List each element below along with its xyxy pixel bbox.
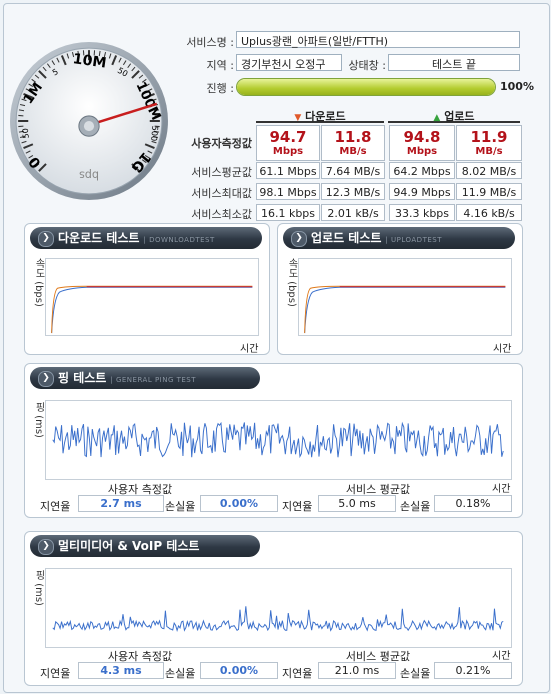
ping-user-loss: 0.00% xyxy=(200,495,278,512)
download-test-title-text: 다운로드 테스트 xyxy=(58,231,140,245)
stat-cell: 61.1 Mbps xyxy=(256,162,320,179)
stat-row-label: 서비스평균값 xyxy=(191,166,252,179)
ping-service-latency: 5.0 ms xyxy=(318,495,396,512)
voip-service-latency: 21.0 ms xyxy=(318,662,396,679)
ping-user-latency-label: 지연율 xyxy=(40,500,71,513)
download-header: ▼ 다운로드 xyxy=(256,108,384,123)
dl-mbps-cell: 94.7 Mbps xyxy=(256,125,320,161)
upload-header: ▲ 업로드 xyxy=(388,108,520,123)
stat-cell: 98.1 Mbps xyxy=(256,183,320,200)
stat-cell: 2.01 kB/s xyxy=(321,204,385,221)
download-test-sub: DOWNLOADTEST xyxy=(149,236,215,244)
ul-mbs-cell: 11.9 MB/s xyxy=(456,125,522,161)
upload-ylabel: 속도 (bps) xyxy=(286,258,297,307)
upload-test-title-text: 업로드 테스트 xyxy=(311,231,382,245)
gauge-label-bps: bps xyxy=(79,169,99,182)
voip-user-latency: 4.3 ms xyxy=(78,662,164,679)
stat-row-label: 서비스최대값 xyxy=(191,187,252,200)
download-test-title: ❯ 다운로드 테스트 | DOWNLOADTEST xyxy=(30,227,262,249)
stat-cell: 33.3 kbps xyxy=(389,204,455,221)
progress-percent: 100% xyxy=(500,80,534,93)
gauge-minor-500: 500 xyxy=(149,125,160,141)
voip-user-loss: 0.00% xyxy=(200,662,278,679)
ping-xlabel: 시간 xyxy=(492,484,511,495)
upload-test-title: ❯ 업로드 테스트 | UPLOADTEST xyxy=(283,227,515,249)
speed-gauge: 10M 1M 100M 0 1G bps 5 50 500 50 xyxy=(10,42,168,200)
upload-xlabel: 시간 xyxy=(493,344,512,355)
ping-ylabel: 핑 (ms) xyxy=(33,402,44,438)
dl-mbps-value: 94.7 xyxy=(269,128,307,146)
gauge-minor-50-left: 50 xyxy=(20,128,31,139)
stat-cell: 8.02 MB/s xyxy=(456,162,522,179)
ul-mbs-value: 11.9 xyxy=(470,128,508,146)
chevron-right-icon: ❯ xyxy=(38,538,54,555)
ul-mbps-value: 94.8 xyxy=(403,128,441,146)
stat-row-label: 서비스최소값 xyxy=(191,208,252,221)
upload-test-sub: UPLOADTEST xyxy=(391,236,442,244)
upload-chart xyxy=(298,258,512,336)
stat-cell: 16.1 kbps xyxy=(256,204,320,221)
ul-mbps-unit: Mbps xyxy=(406,146,438,157)
chevron-right-icon: ❯ xyxy=(38,370,54,387)
dl-mbps-unit: Mbps xyxy=(272,146,304,157)
dl-mbs-unit: MB/s xyxy=(339,146,367,157)
ping-test-title-text: 핑 테스트 xyxy=(58,371,107,385)
voip-user-latency-label: 지연율 xyxy=(40,667,71,680)
service-name-field: Uplus광랜_아파트(일반/FTTH) xyxy=(236,31,520,48)
progress-label: 진행 : xyxy=(206,82,234,95)
voip-service-loss-label: 손실율 xyxy=(400,667,431,680)
voip-service-latency-label: 지연율 xyxy=(282,667,313,680)
ping-test-sub: GENERAL PING TEST xyxy=(115,376,197,384)
status-field: 테스트 끝 xyxy=(388,54,520,71)
download-xlabel: 시간 xyxy=(240,344,259,355)
voip-test-title: ❯ 멀티미디어 & VoIP 테스트 xyxy=(30,535,260,557)
stat-cell: 7.64 MB/s xyxy=(321,162,385,179)
download-chart xyxy=(45,258,259,336)
upload-header-label: 업로드 xyxy=(444,110,475,123)
ping-service-loss-label: 손실율 xyxy=(400,500,431,513)
ping-user-loss-label: 손실율 xyxy=(165,500,196,513)
download-ylabel: 속도 (bps) xyxy=(33,258,44,307)
user-measured-label: 사용자측정값 xyxy=(191,137,252,150)
stat-cell: 11.9 MB/s xyxy=(456,183,522,200)
ping-chart xyxy=(45,400,512,480)
progress-fill xyxy=(237,79,495,95)
chevron-right-icon: ❯ xyxy=(38,230,54,247)
ping-user-latency: 2.7 ms xyxy=(78,495,164,512)
dl-mbs-cell: 11.8 MB/s xyxy=(321,125,385,161)
status-label: 상태창 : xyxy=(348,59,386,72)
progress-bar xyxy=(236,78,496,96)
dl-mbs-value: 11.8 xyxy=(334,128,372,146)
voip-user-loss-label: 손실율 xyxy=(165,667,196,680)
ping-test-title: ❯ 핑 테스트 | GENERAL PING TEST xyxy=(30,367,260,389)
voip-xlabel: 시간 xyxy=(492,651,511,662)
ul-mbps-cell: 94.8 Mbps xyxy=(389,125,455,161)
download-header-label: 다운로드 xyxy=(305,110,346,123)
voip-chart xyxy=(45,568,512,648)
stat-cell: 64.2 Mbps xyxy=(389,162,455,179)
stat-cell: 94.9 Mbps xyxy=(389,183,455,200)
ul-mbs-unit: MB/s xyxy=(475,146,503,157)
service-label: 서비스명 : xyxy=(186,36,234,49)
voip-ylabel: 핑 (ms) xyxy=(33,570,44,606)
voip-test-title-text: 멀티미디어 & VoIP 테스트 xyxy=(58,539,200,553)
stat-cell: 12.3 MB/s xyxy=(321,183,385,200)
stat-cell: 4.16 kB/s xyxy=(456,204,522,221)
region-field: 경기부천시 오정구 xyxy=(236,54,342,71)
voip-service-loss: 0.21% xyxy=(434,662,512,679)
ping-service-latency-label: 지연율 xyxy=(282,500,313,513)
chevron-right-icon: ❯ xyxy=(291,230,307,247)
ping-service-loss: 0.18% xyxy=(434,495,512,512)
region-label: 지역 : xyxy=(206,59,234,72)
